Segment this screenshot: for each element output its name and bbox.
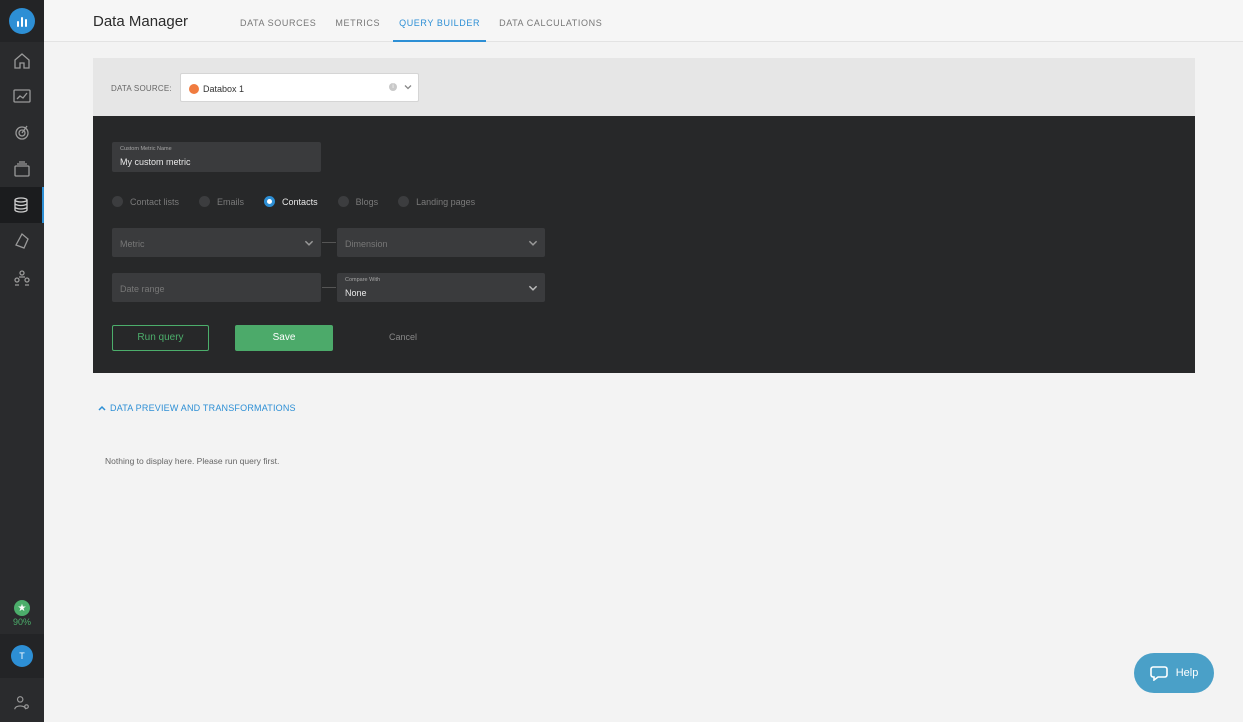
scorecard-icon: [14, 161, 30, 177]
sidebar-item-team[interactable]: [0, 260, 44, 296]
connector-line: [322, 242, 336, 243]
user-settings-icon: [14, 696, 29, 710]
save-button[interactable]: Save: [235, 325, 333, 351]
goals-icon: [15, 125, 29, 140]
sidebar-item-scorecards[interactable]: [0, 151, 44, 187]
compare-with-select[interactable]: Compare With None: [337, 273, 545, 302]
entity-radio-group: Contact lists Emails Contacts Blogs Land…: [112, 196, 495, 207]
tab-data-sources[interactable]: DATA SOURCES: [240, 0, 316, 42]
alerts-icon: [15, 232, 29, 249]
user-menu[interactable]: T: [0, 634, 44, 678]
custom-metric-name-label: Custom Metric Name: [120, 146, 172, 152]
empty-state-message: Nothing to display here. Please run quer…: [105, 456, 280, 466]
query-builder-panel: Custom Metric Name My custom metric Cont…: [93, 116, 1195, 373]
chevron-up-icon: [98, 405, 106, 411]
database-icon: [14, 197, 28, 213]
team-icon: [14, 270, 30, 286]
data-source-select[interactable]: Databox 1 i: [180, 73, 419, 102]
logo-area[interactable]: [0, 0, 44, 42]
dimension-placeholder: Dimension: [345, 239, 388, 249]
radio-dot: [337, 196, 349, 207]
help-label: Help: [1175, 667, 1199, 679]
sidebar-item-data-manager[interactable]: [0, 187, 44, 223]
radio-emails[interactable]: Emails: [199, 196, 244, 207]
date-range-placeholder: Date range: [120, 284, 165, 294]
data-source-value: Databox 1: [203, 84, 245, 94]
dimension-select[interactable]: Dimension: [337, 228, 545, 257]
dashboard-icon: [13, 89, 31, 103]
onboarding-progress[interactable]: ★ 90%: [0, 600, 44, 627]
radio-label: Blogs: [355, 196, 379, 207]
tab-query-builder[interactable]: QUERY BUILDER: [393, 0, 487, 42]
progress-percent: 90%: [12, 617, 31, 627]
metric-select[interactable]: Metric: [112, 228, 321, 257]
radio-blogs[interactable]: Blogs: [337, 196, 379, 207]
tab-data-calculations[interactable]: DATA CALCULATIONS: [499, 0, 602, 42]
radio-label: Emails: [217, 196, 245, 207]
radio-dot: [199, 196, 211, 207]
sidebar-item-dashboards[interactable]: [0, 78, 44, 114]
tab-metrics[interactable]: METRICS: [335, 0, 380, 42]
chevron-down-icon: [528, 285, 538, 291]
chevron-down-icon: [528, 240, 538, 246]
data-source-label: DATA SOURCE:: [111, 84, 172, 93]
run-query-button[interactable]: Run query: [112, 325, 209, 351]
help-button[interactable]: Help: [1134, 653, 1214, 693]
compare-with-label: Compare With: [345, 277, 381, 283]
chevron-down-icon: [304, 240, 314, 246]
metric-placeholder: Metric: [120, 239, 145, 249]
radio-dot: [112, 196, 123, 207]
radio-label: Contacts: [282, 196, 318, 207]
connector-line: [322, 287, 336, 288]
data-preview-label: DATA PREVIEW AND TRANSFORMATIONS: [110, 403, 296, 413]
cancel-button[interactable]: Cancel: [389, 332, 417, 342]
sidebar-item-home[interactable]: [0, 43, 44, 79]
home-icon: [14, 53, 30, 69]
radio-label: Contact lists: [130, 196, 180, 207]
date-range-field[interactable]: Date range: [112, 273, 321, 302]
custom-metric-name-value: My custom metric: [120, 157, 191, 167]
tab-bar: DATA SOURCES METRICS QUERY BUILDER DATA …: [240, 0, 621, 42]
sidebar: ★ 90% T: [0, 0, 44, 722]
radio-contacts[interactable]: Contacts: [264, 196, 318, 207]
chat-bubble-icon: [1149, 666, 1168, 681]
hubspot-icon: [189, 84, 199, 94]
chevron-down-icon: [404, 85, 412, 90]
radio-landing-pages[interactable]: Landing pages: [398, 196, 475, 207]
avatar: T: [11, 645, 33, 667]
radio-contact-lists[interactable]: Contact lists: [112, 196, 179, 207]
databox-logo-icon: [9, 8, 35, 34]
data-source-bar: DATA SOURCE: Databox 1 i: [93, 58, 1195, 116]
page-title: Data Manager: [93, 13, 189, 30]
user-admin-button[interactable]: [0, 690, 44, 716]
sidebar-item-alerts[interactable]: [0, 223, 44, 259]
data-preview-toggle[interactable]: DATA PREVIEW AND TRANSFORMATIONS: [97, 403, 296, 413]
info-icon[interactable]: i: [389, 83, 397, 91]
award-icon: ★: [14, 600, 30, 616]
sidebar-item-goals[interactable]: [0, 114, 44, 150]
radio-dot-selected: [264, 196, 276, 207]
top-header: Data Manager DATA SOURCES METRICS QUERY …: [44, 0, 1243, 42]
compare-with-value: None: [345, 288, 367, 298]
custom-metric-name-field[interactable]: Custom Metric Name My custom metric: [112, 142, 321, 172]
radio-label: Landing pages: [416, 196, 476, 207]
radio-dot: [398, 196, 410, 207]
